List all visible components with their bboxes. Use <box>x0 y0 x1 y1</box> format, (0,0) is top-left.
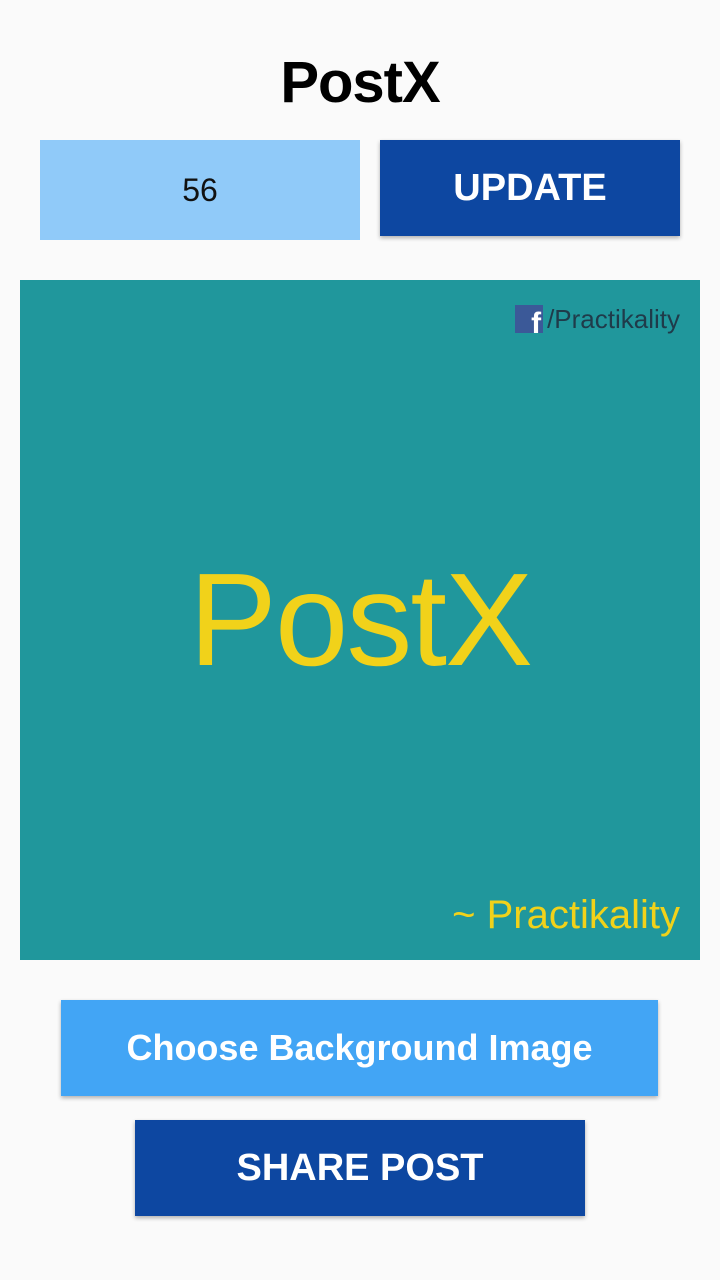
app-screen: PostX UPDATE f /Practikality PostX ~ Pra… <box>0 0 720 1280</box>
update-button[interactable]: UPDATE <box>380 140 680 236</box>
facebook-handle: /Practikality <box>547 304 680 334</box>
app-title: PostX <box>280 50 440 115</box>
post-headline: PostX <box>188 546 533 693</box>
post-preview-canvas: f /Practikality PostX ~ Practikality <box>20 280 700 960</box>
post-signature: ~ Practikality <box>452 893 680 937</box>
facebook-icon: f <box>515 305 544 333</box>
choose-background-image-button[interactable]: Choose Background Image <box>61 1000 658 1096</box>
font-size-input[interactable] <box>40 140 360 240</box>
facebook-tag: f /Practikality <box>515 304 680 334</box>
share-post-button[interactable]: SHARE POST <box>135 1120 585 1216</box>
